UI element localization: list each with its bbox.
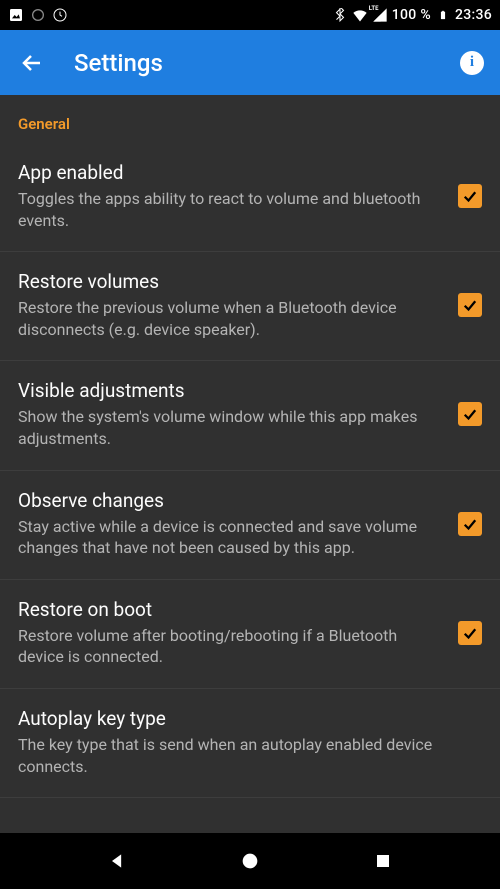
nav-back-button[interactable] xyxy=(103,847,131,875)
checkbox[interactable] xyxy=(458,512,482,536)
nav-recent-button[interactable] xyxy=(369,847,397,875)
clock-time: 23:36 xyxy=(455,7,492,23)
setting-title: Visible adjustments xyxy=(18,379,442,402)
setting-item-app-enabled[interactable]: App enabled Toggles the apps ability to … xyxy=(0,143,500,252)
signal-icon: LTE xyxy=(372,7,388,23)
clock-icon xyxy=(52,7,68,23)
page-title: Settings xyxy=(74,49,163,77)
battery-icon xyxy=(435,7,451,23)
settings-list: General App enabled Toggles the apps abi… xyxy=(0,95,500,833)
app-bar: Settings i xyxy=(0,30,500,95)
setting-item-observe-changes[interactable]: Observe changes Stay active while a devi… xyxy=(0,471,500,580)
checkbox[interactable] xyxy=(458,621,482,645)
setting-item-restore-on-boot[interactable]: Restore on boot Restore volume after boo… xyxy=(0,580,500,689)
wifi-icon xyxy=(352,7,368,23)
setting-desc: Toggles the apps ability to react to vol… xyxy=(18,188,442,231)
info-button[interactable]: i xyxy=(460,51,484,75)
setting-title: App enabled xyxy=(18,161,442,184)
setting-item-visible-adjustments[interactable]: Visible adjustments Show the system's vo… xyxy=(0,361,500,470)
status-bar: LTE 100 % 23:36 xyxy=(0,0,500,30)
circle-icon xyxy=(30,7,46,23)
lte-label: LTE xyxy=(369,5,379,12)
bluetooth-icon xyxy=(332,7,348,23)
checkbox[interactable] xyxy=(458,293,482,317)
setting-desc: Restore volume after booting/rebooting i… xyxy=(18,625,442,668)
section-header-general: General xyxy=(0,95,500,143)
nav-home-button[interactable] xyxy=(236,847,264,875)
setting-title: Observe changes xyxy=(18,489,442,512)
setting-title: Restore on boot xyxy=(18,598,442,621)
setting-title: Autoplay key type xyxy=(18,707,466,730)
nav-bar xyxy=(0,833,500,889)
setting-item-restore-volumes[interactable]: Restore volumes Restore the previous vol… xyxy=(0,252,500,361)
setting-desc: Show the system's volume window while th… xyxy=(18,406,442,449)
setting-desc: Stay active while a device is connected … xyxy=(18,516,442,559)
setting-title: Restore volumes xyxy=(18,270,442,293)
checkbox[interactable] xyxy=(458,402,482,426)
setting-item-autoplay-key-type[interactable]: Autoplay key type The key type that is s… xyxy=(0,689,500,798)
battery-percent: 100 % xyxy=(392,7,431,23)
checkbox[interactable] xyxy=(458,184,482,208)
setting-desc: Restore the previous volume when a Bluet… xyxy=(18,297,442,340)
setting-desc: The key type that is send when an autopl… xyxy=(18,734,466,777)
back-button[interactable] xyxy=(16,47,48,79)
image-icon xyxy=(8,7,24,23)
